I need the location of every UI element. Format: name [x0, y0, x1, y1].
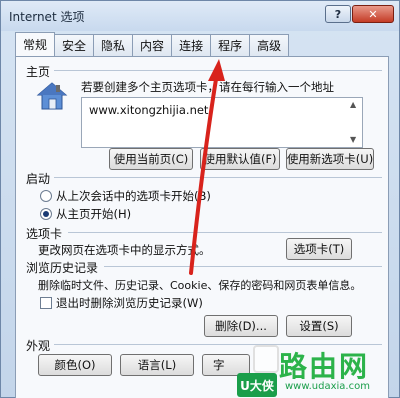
homepage-url-field[interactable]: www.xitongzhijia.net ▲ ▼: [81, 97, 363, 148]
homepage-description: 若要创建多个主页选项卡，请在每行输入一个地址: [81, 80, 334, 94]
history-description: 删除临时文件、历史记录、Cookie、保存的密码和网页表单信息。: [38, 279, 362, 292]
homepage-url-value: www.xitongzhijia.net: [89, 103, 209, 117]
internet-options-window: Internet 选项 ? ✕ 常规 安全 隐私 内容 连接 程序 高级 主页 …: [0, 0, 400, 398]
site-watermark: U大侠 路由网 www.udaxia.com: [237, 337, 400, 398]
home-icon: [36, 82, 68, 110]
watermark-ghost-icon: [253, 345, 279, 373]
tab-strip: 常规 安全 隐私 内容 连接 程序 高级: [15, 32, 290, 56]
use-default-button[interactable]: 使用默认值(F): [200, 148, 280, 170]
watermark-badge: U大侠: [237, 373, 277, 397]
radio-last-session[interactable]: [40, 190, 52, 202]
watermark-title: 路由网: [279, 350, 370, 383]
help-button[interactable]: ?: [325, 5, 351, 23]
appearance-group-label: 外观: [26, 339, 51, 353]
homepage-separator: [54, 70, 382, 71]
tabs-settings-button[interactable]: 选项卡(T): [286, 238, 352, 260]
tabs-description: 更改网页在选项卡中的显示方式。: [38, 243, 211, 257]
tab-privacy[interactable]: 隐私: [93, 34, 134, 56]
startup-group-label: 启动: [26, 172, 51, 186]
languages-button[interactable]: 语言(L): [120, 354, 194, 376]
close-button[interactable]: ✕: [352, 5, 394, 23]
scroll-down-icon[interactable]: ▼: [350, 135, 360, 145]
window-title: Internet 选项: [9, 10, 85, 24]
history-group-label: 浏览历史记录: [26, 261, 99, 275]
radio-homepage-label: 从主页开始(H): [56, 207, 132, 221]
startup-separator: [54, 177, 382, 178]
tab-security[interactable]: 安全: [54, 34, 95, 56]
tabs-separator: [68, 232, 382, 233]
radio-last-session-label: 从上次会话中的选项卡开始(B): [56, 189, 211, 203]
homepage-group-label: 主页: [26, 65, 51, 79]
tabs-group-label: 选项卡: [26, 227, 63, 241]
tab-connections[interactable]: 连接: [171, 34, 212, 56]
tab-programs[interactable]: 程序: [210, 34, 251, 56]
radio-homepage[interactable]: [40, 208, 52, 220]
use-new-tab-button[interactable]: 使用新选项卡(U): [286, 148, 374, 170]
delete-on-exit-label: 退出时删除浏览历史记录(W): [56, 296, 203, 310]
colors-button[interactable]: 颜色(O): [38, 354, 112, 376]
tab-advanced[interactable]: 高级: [249, 34, 290, 56]
history-separator: [104, 266, 382, 267]
tab-content[interactable]: 内容: [132, 34, 173, 56]
watermark-url: www.udaxia.com: [285, 381, 370, 392]
history-settings-button[interactable]: 设置(S): [286, 315, 352, 337]
scroll-up-icon[interactable]: ▲: [350, 100, 360, 110]
delete-on-exit-checkbox[interactable]: [40, 297, 52, 309]
use-current-button[interactable]: 使用当前页(C): [109, 148, 193, 170]
delete-history-button[interactable]: 删除(D)...: [204, 315, 278, 337]
tab-general[interactable]: 常规: [15, 32, 56, 56]
title-bar: Internet 选项 ? ✕: [1, 1, 399, 31]
